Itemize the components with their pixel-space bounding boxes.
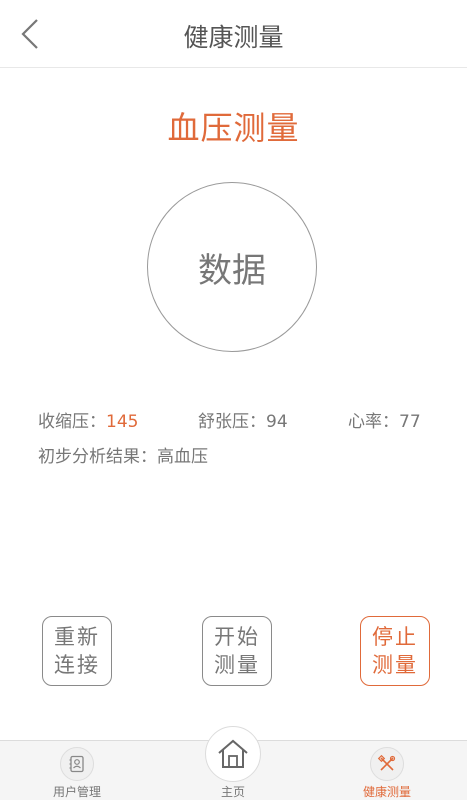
stop-measure-button[interactable]: 停止 测量 (360, 616, 430, 686)
data-circle-label: 数据 (198, 250, 266, 291)
home-button[interactable] (205, 726, 261, 782)
stop-label-line1: 停止 (372, 625, 418, 649)
data-circle: 数据 (147, 182, 317, 352)
section-title: 血压测量 (167, 109, 300, 147)
home-icon (218, 739, 248, 768)
tab-label-home: 主页 (220, 785, 245, 799)
reconnect-button[interactable]: 重新 连接 (42, 616, 112, 686)
tab-user-management[interactable]: 用户管理 (22, 741, 132, 800)
start-label-line1: 开始 (214, 625, 260, 649)
start-measure-button[interactable]: 开始 测量 (202, 616, 272, 686)
measure-tools-icon (377, 754, 396, 771)
address-book-icon (69, 755, 84, 773)
systolic-value: 145 (106, 412, 139, 432)
diastolic-reading: 舒张压：94 (198, 412, 288, 432)
top-nav-bar: 健康测量 (0, 0, 467, 68)
screen: 健康测量 血压测量 数据 收缩压：145 舒张压：94 心率：77 初步分析结果… (0, 0, 467, 800)
tab-label-health: 健康测量 (362, 785, 411, 799)
reconnect-label-line1: 重新 (54, 625, 100, 649)
systolic-reading: 收缩压：145 (38, 407, 138, 432)
reconnect-label-line2: 连接 (54, 653, 100, 677)
tab-label-users: 用户管理 (52, 785, 101, 799)
analysis-result: 初步分析结果：高血压 (38, 447, 208, 467)
tab-icon-wrap (60, 747, 94, 781)
start-label-line2: 测量 (214, 653, 260, 677)
stop-label-line2: 测量 (372, 653, 418, 677)
page-title: 健康测量 (183, 23, 284, 52)
tab-health-measure[interactable]: 健康测量 (332, 741, 442, 800)
tab-icon-wrap (370, 747, 404, 781)
systolic-label: 收缩压： (38, 412, 106, 432)
heart-rate-reading: 心率：77 (348, 412, 421, 432)
